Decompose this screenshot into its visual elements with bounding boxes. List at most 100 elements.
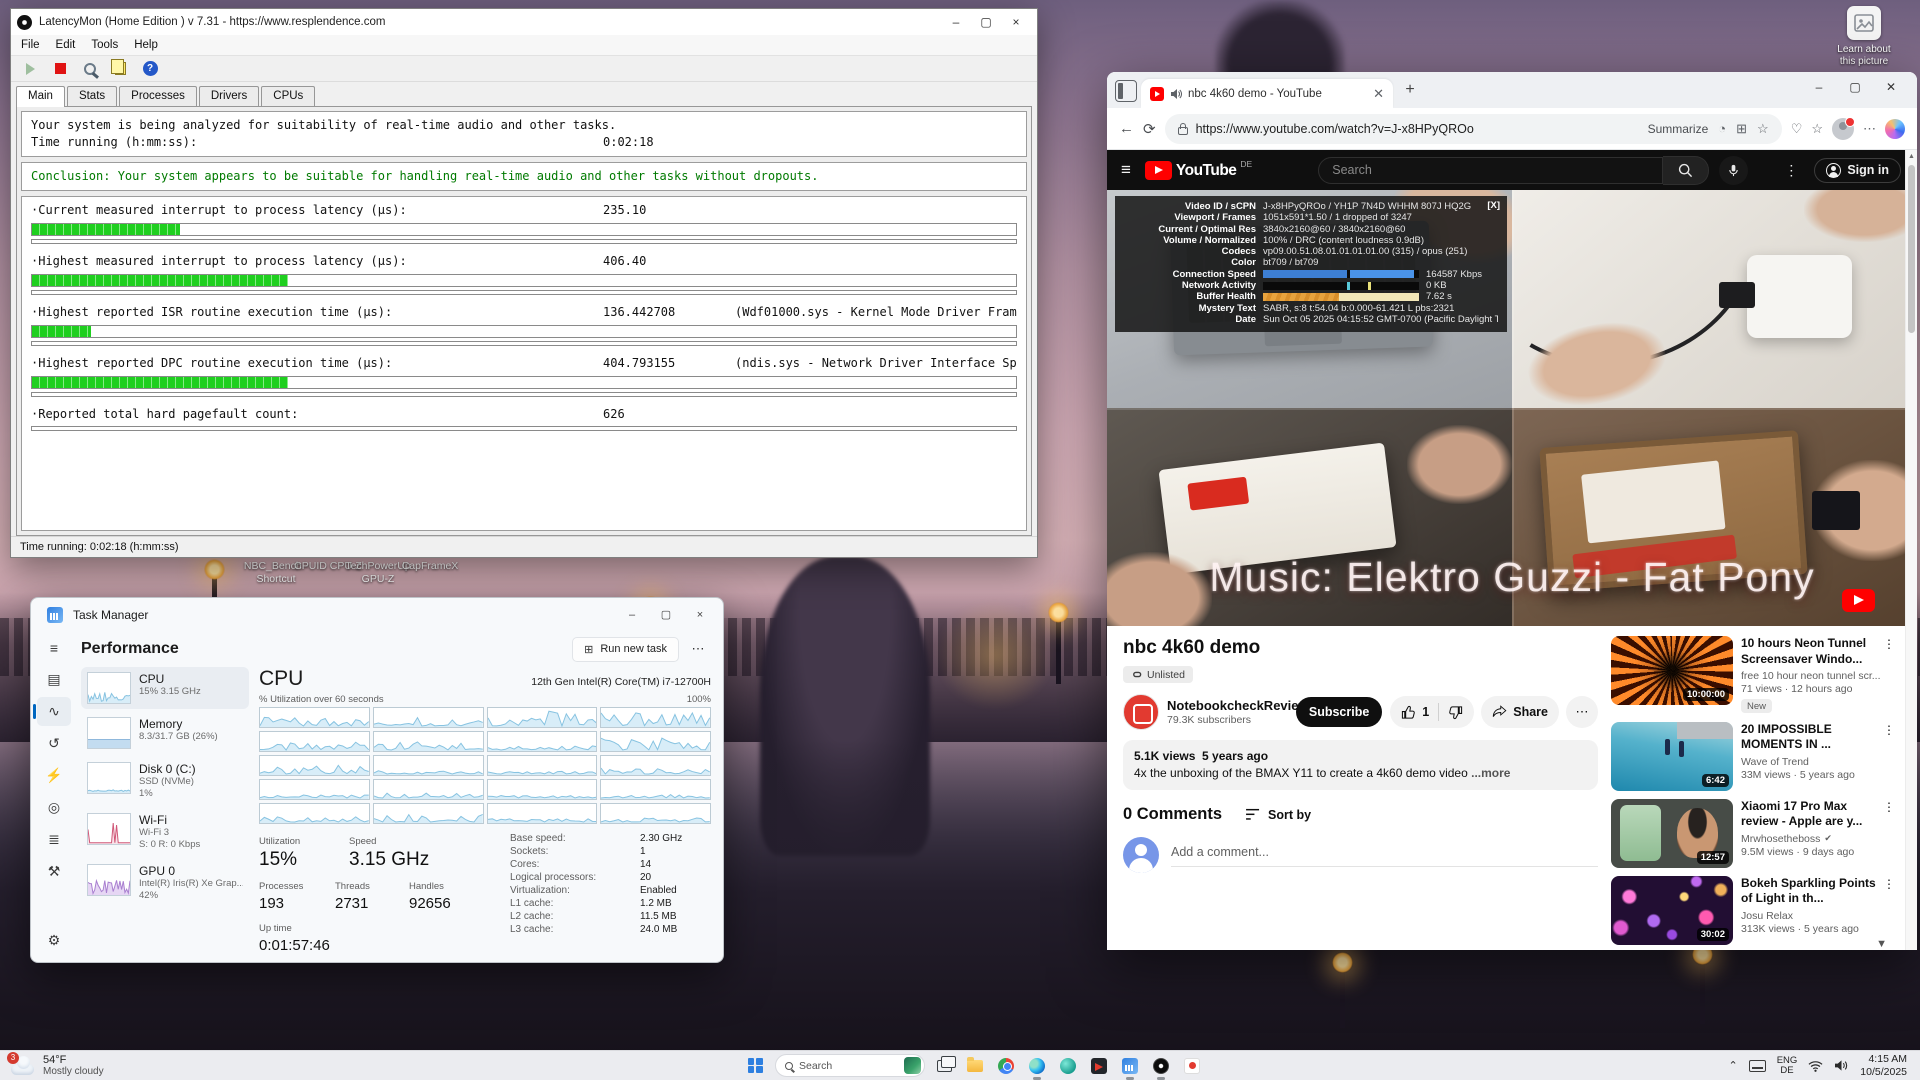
tab-main[interactable]: Main — [16, 86, 65, 107]
desktop-shortcut-capframex[interactable]: CapFrameX — [382, 560, 478, 573]
subscribe-button[interactable]: Subscribe — [1296, 697, 1382, 727]
channel-name[interactable]: NotebookcheckReviews — [1167, 698, 1282, 714]
video-thumbnail[interactable]: 12:57 — [1611, 799, 1733, 868]
thumbs-up-icon[interactable] — [1401, 705, 1416, 720]
tab-cpus[interactable]: CPUs — [261, 86, 315, 106]
taskmanager-titlebar[interactable]: Task Manager – ▢ × — [31, 598, 723, 631]
nav-processes-icon[interactable]: ▤ — [37, 665, 71, 694]
settings-gear-icon[interactable]: ⚙ — [37, 926, 71, 955]
add-comment-input[interactable]: Add a comment... — [1171, 837, 1598, 867]
split-screen-icon[interactable]: ⊞ — [1736, 121, 1747, 137]
tab-drivers[interactable]: Drivers — [199, 86, 259, 106]
address-bar[interactable]: https://www.youtube.com/watch?v=J-x8HPyQ… — [1165, 114, 1782, 144]
browser-menu-icon[interactable]: ⋯ — [1863, 121, 1876, 137]
nav-services-icon[interactable]: ⚒ — [37, 857, 71, 886]
tab-close-icon[interactable]: ✕ — [1373, 86, 1384, 102]
sidebar-item-cpu[interactable]: CPU 15% 3.15 GHz — [81, 667, 249, 709]
stop-button[interactable] — [49, 59, 71, 79]
sidebar-item-gpu[interactable]: GPU 0 Intel(R) Iris(R) Xe Grap... 42% — [81, 859, 249, 907]
suggested-video-4[interactable]: 30:02 ⋮ Bokeh Sparkling Points of Light … — [1611, 876, 1893, 945]
sort-by-button[interactable]: Sort by — [1246, 808, 1311, 822]
suggested-video-1[interactable]: 10:00:00 ⋮ 10 hours Neon Tunnel Screensa… — [1611, 636, 1893, 714]
video-thumbnail[interactable]: 10:00:00 — [1611, 636, 1733, 705]
video-kebab-icon[interactable]: ⋮ — [1883, 723, 1895, 737]
thumbs-down-icon[interactable] — [1448, 705, 1463, 720]
video-player[interactable]: [X] Video ID / sCPNJ-x8HPyQROo / YH1P 7N… — [1107, 190, 1917, 626]
scroll-up-icon[interactable]: ▲ — [1906, 150, 1917, 163]
app-teal-button[interactable] — [1056, 1054, 1080, 1078]
picture-icon[interactable] — [1847, 6, 1881, 40]
volume-icon[interactable] — [1834, 1059, 1849, 1072]
play-button[interactable] — [19, 59, 41, 79]
show-more-link[interactable]: ...more — [1471, 766, 1510, 780]
close-icon[interactable]: × — [683, 602, 717, 628]
edge-button[interactable] — [1025, 1054, 1049, 1078]
latencymon-titlebar[interactable]: LatencyMon (Home Edition ) v 7.31 - http… — [11, 9, 1037, 35]
nav-performance-icon[interactable]: ∿ — [37, 697, 71, 726]
chrome-button[interactable] — [994, 1054, 1018, 1078]
guide-menu-icon[interactable]: ≡ — [1121, 160, 1131, 180]
sidebar-item-disk[interactable]: Disk 0 (C:) SSD (NVMe) 1% — [81, 757, 249, 805]
tab-actions-icon[interactable] — [1115, 80, 1137, 102]
minimize-icon[interactable]: – — [941, 11, 971, 33]
analyze-button[interactable] — [79, 59, 101, 79]
weather-widget[interactable]: 3 54°F Mostly cloudy — [0, 1051, 114, 1080]
sidebar-item-wifi[interactable]: Wi-Fi Wi-Fi 3 S: 0 R: 0 Kbps — [81, 808, 249, 856]
refresh-icon[interactable]: ⟳ — [1143, 120, 1156, 138]
task-view-button[interactable] — [932, 1054, 956, 1078]
video-kebab-icon[interactable]: ⋮ — [1883, 877, 1895, 891]
touch-keyboard-icon[interactable] — [1749, 1060, 1766, 1072]
suggested-video-2[interactable]: 6:42 ⋮ 20 IMPOSSIBLE MOMENTS IN ... Wave… — [1611, 722, 1893, 791]
video-thumbnail[interactable]: 30:02 — [1611, 876, 1733, 945]
tab-stats[interactable]: Stats — [67, 86, 117, 106]
nav-menu-icon[interactable]: ≡ — [37, 633, 71, 662]
menu-help[interactable]: Help — [134, 39, 158, 51]
scroll-down-icon[interactable]: ▼ — [1876, 938, 1887, 950]
suggested-video-3[interactable]: 12:57 ⋮ Xiaomi 17 Pro Max review - Apple… — [1611, 799, 1893, 868]
youtube-watermark[interactable] — [1842, 589, 1875, 612]
language-switcher[interactable]: ENG DE — [1777, 1056, 1798, 1076]
minimize-icon[interactable]: – — [1801, 72, 1837, 102]
favorites-list-icon[interactable]: ☆ — [1811, 121, 1823, 137]
maximize-icon[interactable]: ▢ — [971, 11, 1001, 33]
menu-file[interactable]: File — [21, 39, 40, 51]
masthead-kebab-icon[interactable]: ⋮ — [1784, 162, 1798, 179]
sidebar-item-memory[interactable]: Memory 8.3/31.7 GB (26%) — [81, 712, 249, 754]
learn-about-picture[interactable]: Learn about this picture — [1824, 6, 1904, 68]
profile-avatar[interactable] — [1832, 118, 1854, 140]
taskbar-search[interactable]: Search — [775, 1054, 925, 1077]
channel-avatar[interactable] — [1123, 694, 1159, 730]
clock[interactable]: 4:15 AM 10/5/2025 — [1860, 1053, 1907, 1078]
scrollbar-thumb[interactable] — [1908, 165, 1915, 333]
file-explorer-button[interactable] — [963, 1054, 987, 1078]
maximize-icon[interactable]: ▢ — [649, 602, 683, 628]
tab-processes[interactable]: Processes — [119, 86, 197, 106]
more-actions-icon[interactable]: ⋯ — [1566, 696, 1598, 728]
media-app-button[interactable] — [1180, 1054, 1204, 1078]
youtube-logo[interactable]: YouTube DE — [1145, 160, 1252, 181]
video-kebab-icon[interactable]: ⋮ — [1883, 637, 1895, 651]
tray-chevron-icon[interactable]: ⌃ — [1728, 1059, 1737, 1072]
wifi-icon[interactable] — [1808, 1060, 1823, 1072]
report-button[interactable] — [109, 59, 131, 79]
minimize-icon[interactable]: – — [615, 602, 649, 628]
nav-users-icon[interactable]: ◎ — [37, 793, 71, 822]
summarize-button[interactable]: Summarize — [1648, 122, 1709, 136]
copilot-icon[interactable] — [1885, 119, 1905, 139]
overlay-close-button[interactable]: [X] — [1487, 200, 1500, 211]
menu-tools[interactable]: Tools — [91, 39, 118, 51]
menu-edit[interactable]: Edit — [56, 39, 76, 51]
like-dislike-pill[interactable]: 1 — [1390, 696, 1474, 728]
nav-app-history-icon[interactable]: ↺ — [37, 729, 71, 758]
task-manager-button[interactable] — [1118, 1054, 1142, 1078]
search-button[interactable] — [1663, 156, 1709, 185]
voice-search-button[interactable] — [1719, 156, 1748, 185]
browser-tab[interactable]: nbc 4k60 demo - YouTube ✕ — [1141, 79, 1393, 108]
video-thumbnail[interactable]: 6:42 — [1611, 722, 1733, 791]
youtube-search-input[interactable]: Search — [1318, 157, 1663, 184]
share-button[interactable]: Share — [1481, 696, 1559, 728]
video-kebab-icon[interactable]: ⋮ — [1883, 800, 1895, 814]
help-button[interactable]: ? — [139, 59, 161, 79]
copilot-page-icon[interactable]: ◔ — [1718, 121, 1726, 136]
run-new-task-button[interactable]: ⊞ Run new task — [572, 637, 679, 662]
